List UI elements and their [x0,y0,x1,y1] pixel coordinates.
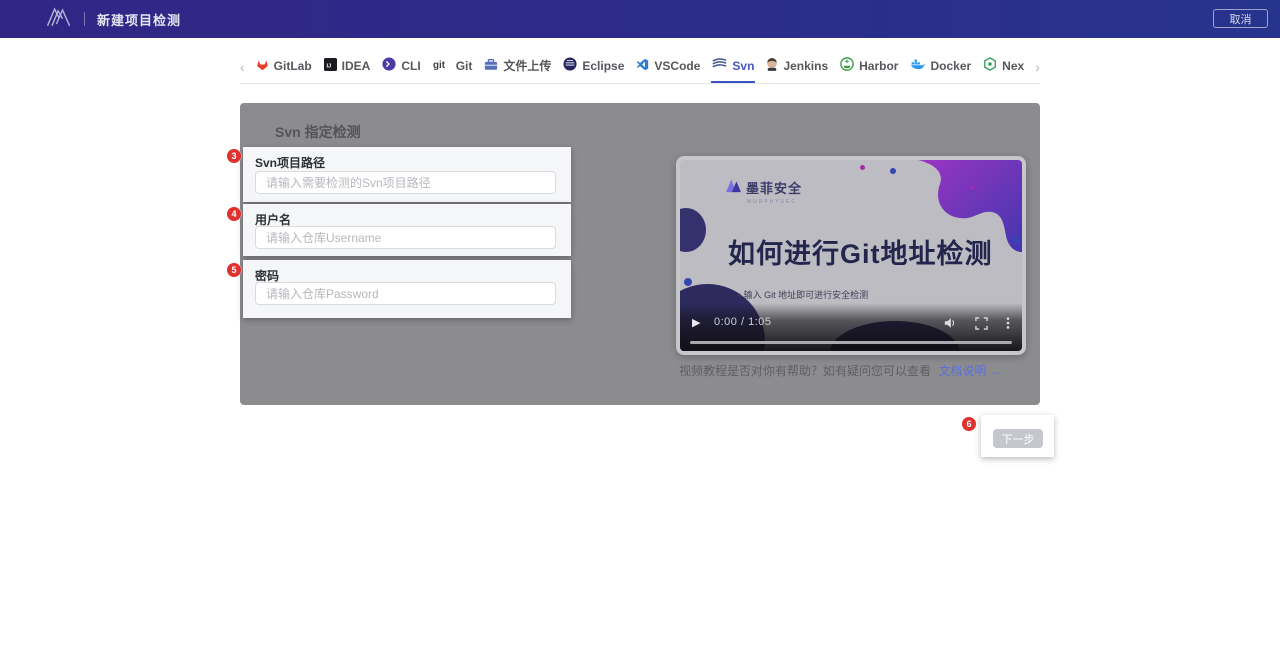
tab-label: VSCode [654,59,700,73]
tab-vscode[interactable]: VSCode [635,50,701,83]
page: 新建项目检测 取消 ‹ GitLab IJ IDEA CLI git Git 文… [0,0,1280,651]
tab-label: Docker [930,59,971,73]
tab-label: GitLab [274,59,312,73]
tab-label: Eclipse [582,59,624,73]
tab-svn[interactable]: Svn [711,50,755,83]
tab-cli[interactable]: CLI [381,50,421,83]
password-field-group: 5 密码 [243,260,571,318]
gitlab-icon [256,58,269,74]
username-input[interactable] [255,226,556,249]
video-title: 如何进行Git地址检测 [728,232,1018,271]
next-step-button[interactable]: 下一步 [993,429,1043,448]
svg-text:IJ: IJ [326,63,331,69]
tab-file-upload[interactable]: 文件上传 [483,50,552,83]
username-field-group: 4 用户名 [243,204,571,256]
decor-dot [970,185,974,189]
murphysec-mark-icon [725,178,742,198]
cli-icon [382,57,396,74]
decor-dot [890,168,896,174]
video-bullet: • 输入 Git 地址即可进行安全检测 [738,288,868,301]
file-upload-icon [484,58,498,74]
tab-nexus[interactable]: Nexus [982,50,1025,83]
tour-badge-5: 5 [227,263,241,277]
tab-label: Jenkins [783,59,828,73]
idea-icon: IJ [324,58,337,74]
svn-path-field-group: 3 Svn项目路径 [243,147,571,202]
header-divider [84,12,85,26]
video-brand: 墨菲安全 MURPHYSEC [725,178,802,205]
video-help-caption: 视频教程是否对你有帮助？如有疑问您可以查看 文档说明 → [679,362,1002,379]
help-text: 视频教程是否对你有帮助？如有疑问您可以查看 [679,364,931,378]
tab-jenkins[interactable]: Jenkins [765,50,829,83]
doc-link[interactable]: 文档说明 → [938,364,1001,378]
harbor-icon [840,57,854,74]
detection-type-tabbar: ‹ GitLab IJ IDEA CLI git Git 文件上传 Eclips… [240,50,1040,84]
video-brand-name: 墨菲安全 [746,178,802,197]
tabs-prev-icon[interactable]: ‹ [240,50,245,83]
tutorial-video-card: 墨菲安全 MURPHYSEC 如何进行Git地址检测 • 输入 Git 地址即可… [676,156,1026,355]
password-input[interactable] [255,282,556,305]
play-icon[interactable]: ▶ [692,316,700,329]
video-time: 0:00 / 1:05 [714,316,772,328]
tab-harbor[interactable]: Harbor [839,50,899,83]
tab-label: 文件上传 [503,57,551,74]
tab-label: Nexus [1002,59,1024,73]
tab-label: IDEA [342,59,371,73]
section-title: Svn 指定检测 [275,122,361,142]
tab-git[interactable]: git Git [432,50,474,83]
tour-badge-3: 3 [227,149,241,163]
svn-path-label: Svn项目路径 [255,154,325,171]
volume-icon[interactable] [943,317,957,329]
nexus-icon [983,57,997,74]
svn-icon [712,58,727,73]
docker-icon [910,58,925,73]
tab-label: Git [456,59,473,73]
murphysec-logo-icon [44,6,74,33]
video-progress-bar[interactable] [690,341,1012,344]
decor-blob [680,208,706,252]
more-options-icon[interactable] [1006,316,1010,330]
git-icon: git [433,58,451,74]
cancel-button[interactable]: 取消 [1213,9,1268,28]
tour-badge-4: 4 [227,207,241,221]
top-header: 新建项目检测 取消 [0,0,1280,38]
decor-dot [860,165,865,170]
svg-text:git: git [433,59,446,70]
tab-label: Svn [732,59,754,73]
tab-gitlab[interactable]: GitLab [255,50,313,83]
tabs-next-icon[interactable]: › [1035,50,1040,83]
tab-docker[interactable]: Docker [909,50,972,83]
tab-eclipse[interactable]: Eclipse [562,50,625,83]
video-controls: ▶ 0:00 / 1:05 [680,303,1022,351]
tab-idea[interactable]: IJ IDEA [323,50,372,83]
video-player[interactable]: 墨菲安全 MURPHYSEC 如何进行Git地址检测 • 输入 Git 地址即可… [680,160,1022,351]
decor-dot [684,278,692,286]
video-brand-sub: MURPHYSEC [747,199,802,205]
jenkins-icon [766,57,778,74]
page-title: 新建项目检测 [97,10,181,29]
tour-badge-6: 6 [962,417,976,431]
svn-path-input[interactable] [255,171,556,194]
tab-label: Harbor [859,59,898,73]
next-step-group: 6 下一步 [981,415,1054,457]
svn-detection-panel: Svn 指定检测 3 Svn项目路径 4 用户名 5 密码 [240,103,1040,405]
tab-label: CLI [401,59,420,73]
fullscreen-icon[interactable] [975,317,988,330]
vscode-icon [636,58,649,74]
eclipse-icon [563,57,577,74]
